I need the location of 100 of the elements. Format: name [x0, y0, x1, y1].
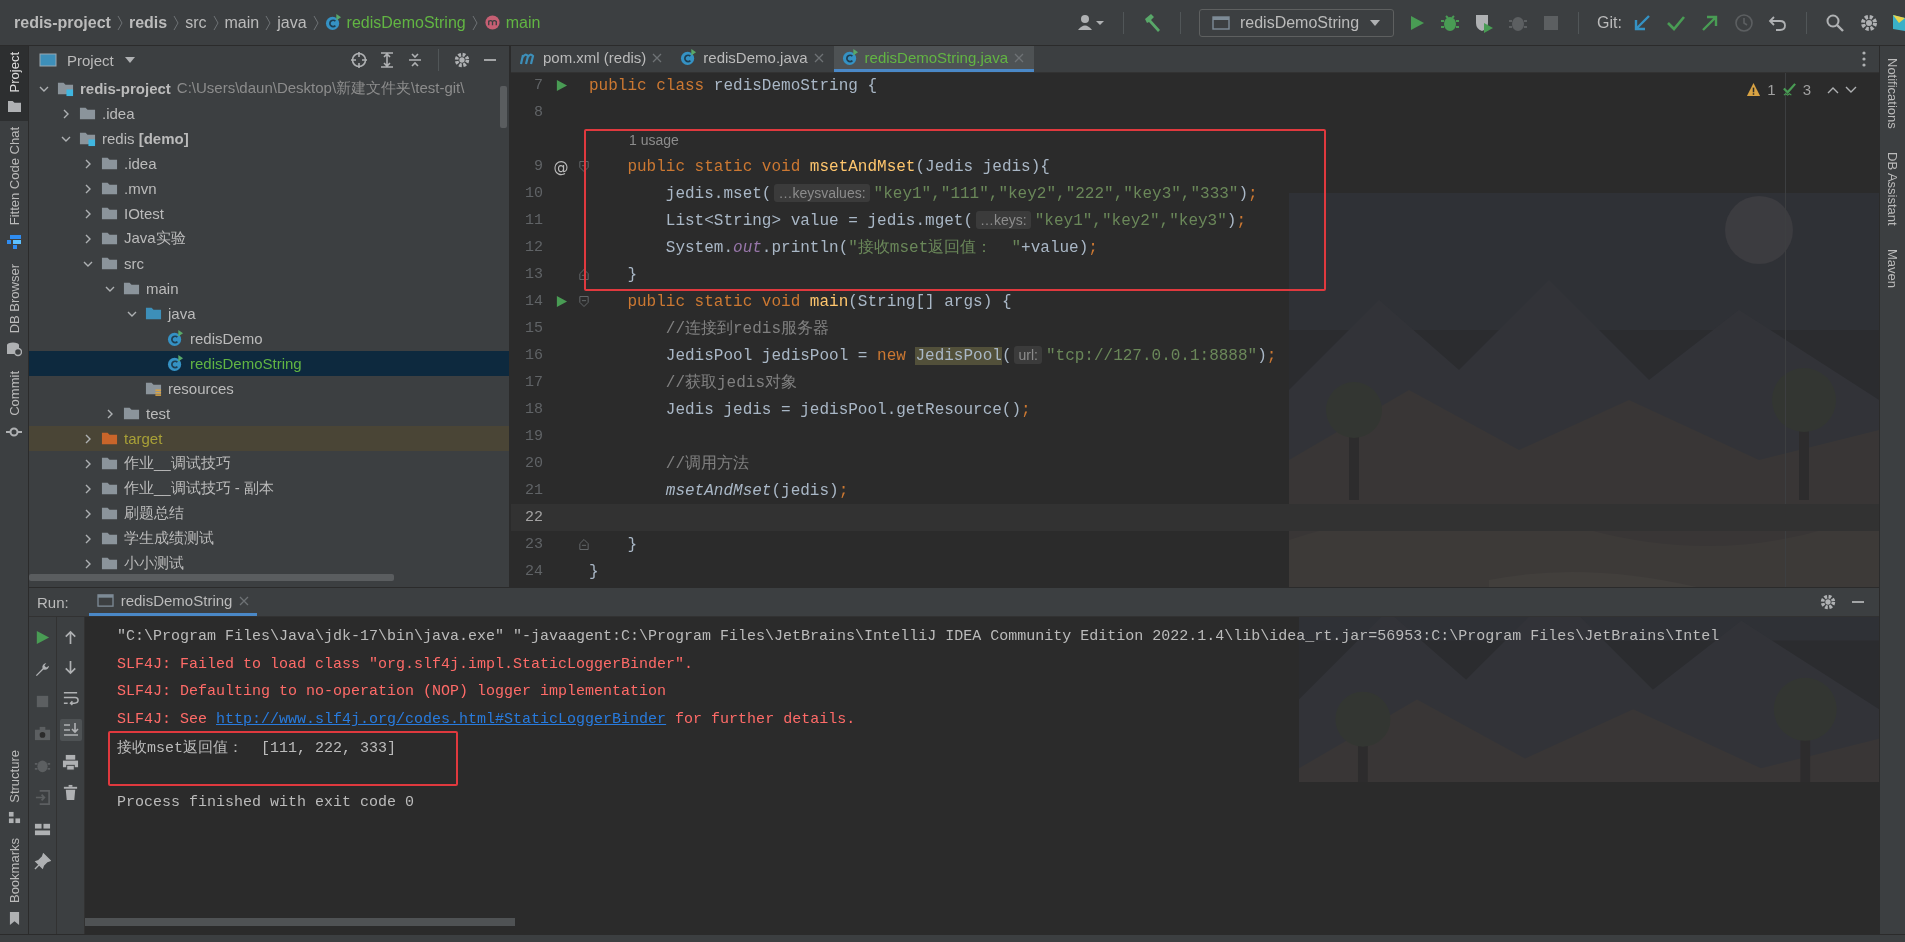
parameter-hint: url: [1014, 345, 1042, 364]
user-icon[interactable] [1076, 12, 1105, 33]
warning-icon[interactable] [1746, 82, 1762, 97]
run-icon[interactable] [34, 629, 51, 646]
tree-item[interactable]: src [29, 251, 509, 276]
breadcrumb-item[interactable]: main [224, 13, 260, 32]
layout-icon[interactable] [34, 821, 51, 838]
fold-icon[interactable] [579, 538, 589, 551]
code-comment: //获取jedis对象 [664, 374, 798, 392]
scrollbar[interactable] [500, 86, 507, 128]
tree-item[interactable]: test [29, 401, 509, 426]
line-number: 13 [524, 266, 543, 283]
folder-icon [101, 480, 118, 497]
string-literal: "key1","111","key2","222","key3","333" [873, 184, 1239, 203]
more-icon[interactable] [1861, 50, 1867, 68]
debug-icon[interactable] [1440, 12, 1461, 33]
check-icon[interactable] [1781, 82, 1797, 97]
code-text: ) [1238, 184, 1249, 203]
code-text: List<String> value = jedis.mget( [664, 211, 974, 230]
tree-item[interactable]: .mvn [29, 176, 509, 201]
usage-hint[interactable]: 1 usage [589, 131, 679, 148]
tree-item[interactable]: resources [29, 376, 509, 401]
tree-item[interactable]: Java实验 [29, 226, 509, 251]
soft-wrap-icon[interactable] [62, 689, 79, 706]
breadcrumb-item[interactable]: redisDemoString [346, 13, 466, 32]
line-number: 16 [524, 347, 543, 364]
tool-window-button[interactable]: Commit [0, 365, 28, 448]
chevron-down-icon[interactable] [1845, 85, 1857, 94]
code-text: .println( [761, 239, 849, 257]
fold-icon[interactable] [579, 295, 589, 308]
fold-icon[interactable] [579, 268, 589, 281]
tree-item[interactable]: redisDemo [29, 326, 509, 351]
print-icon[interactable] [62, 754, 79, 771]
run-icon[interactable] [554, 79, 568, 92]
breadcrumb-item[interactable]: src [185, 13, 207, 32]
tool-window-button[interactable]: Bookmarks [0, 831, 28, 934]
editor-tab[interactable]: redisDemoString.java [833, 46, 1034, 72]
line-number: 19 [524, 428, 543, 445]
settings-icon[interactable] [1819, 593, 1837, 611]
bookmark-icon [8, 911, 20, 926]
console-link[interactable]: http://www.slf4j.org/codes.html#StaticLoggerBinder [216, 711, 667, 729]
tree-item[interactable]: redis [demo] [29, 126, 509, 151]
coverage-icon[interactable] [1474, 12, 1495, 33]
search-icon[interactable] [1825, 12, 1845, 33]
editor-tab[interactable]: redisDemo.java [672, 46, 834, 72]
plugin-logo-icon[interactable] [1893, 12, 1905, 33]
tree-item[interactable]: 学生成绩测试 [29, 526, 509, 551]
settings-icon[interactable] [1859, 12, 1879, 33]
tree-item[interactable]: java [29, 301, 509, 326]
tree-item[interactable]: target [29, 426, 509, 451]
panel-title[interactable]: Project [67, 51, 114, 69]
tree-item[interactable]: .idea [29, 101, 509, 126]
trash-icon[interactable] [62, 784, 79, 801]
wrench-icon[interactable] [34, 661, 51, 678]
run-icon[interactable] [554, 295, 568, 308]
scroll-to-end-icon[interactable] [59, 719, 82, 741]
tree-item[interactable]: main [29, 276, 509, 301]
scrollbar[interactable] [29, 574, 394, 581]
collapse-all-icon[interactable] [406, 51, 424, 69]
locate-icon[interactable] [350, 51, 368, 69]
module-folder-icon [79, 130, 96, 147]
gutter-marker[interactable]: @ [553, 157, 569, 176]
tree-item[interactable]: IOtest [29, 201, 509, 226]
tool-window-button[interactable]: Maven [1885, 248, 1900, 291]
run-label: Run: [37, 593, 69, 611]
tree-item[interactable]: 小小测试 [29, 551, 509, 576]
settings-icon[interactable] [453, 51, 471, 69]
database-icon [6, 341, 22, 358]
line-number: 17 [524, 374, 543, 391]
tree-item[interactable]: redis-project C:\Users\daun\Desktop\新建文件夹\test-git\ [29, 76, 509, 101]
breadcrumb-item[interactable]: java [277, 13, 307, 32]
folder-icon [101, 180, 118, 197]
folder-icon [101, 530, 118, 547]
fold-icon[interactable] [579, 160, 589, 173]
expand-all-icon[interactable] [378, 51, 396, 69]
tree-item[interactable]: 作业__调试技巧 [29, 451, 509, 476]
arrow-icon[interactable] [1632, 12, 1652, 33]
tool-window-button[interactable]: Structure [0, 744, 28, 832]
tool-window-button[interactable]: DB Assistant [1885, 151, 1900, 229]
editor-tab[interactable]: pom.xml (redis) [511, 46, 673, 72]
tool-window-button[interactable]: DB Browser [0, 257, 28, 366]
caret-icon[interactable] [123, 56, 136, 64]
pin-icon[interactable] [34, 853, 51, 870]
run-configuration-dropdown[interactable]: redisDemoString [1198, 8, 1395, 37]
breadcrumb-item[interactable]: redis [128, 13, 168, 32]
console-error-text: for further details. [674, 711, 856, 729]
breadcrumb-item[interactable]: redis-project [14, 13, 111, 32]
tool-window-button[interactable]: Fitten Code Chat [0, 121, 28, 258]
tool-window-button[interactable]: Project [0, 46, 28, 122]
folder-icon [101, 505, 118, 522]
code-text: System. [664, 239, 734, 257]
tree-item[interactable]: redisDemoString [29, 351, 509, 376]
tree-item[interactable]: 作业__调试技巧 - 副本 [29, 476, 509, 501]
tree-item[interactable]: 刷题总结 [29, 501, 509, 526]
class-icon [324, 14, 342, 31]
breadcrumb-item[interactable]: main [505, 13, 541, 32]
tree-item[interactable]: .idea [29, 151, 509, 176]
chevron-up-icon[interactable] [1827, 85, 1839, 94]
tool-window-button[interactable]: Notifications [1885, 58, 1900, 132]
scrollbar[interactable] [85, 918, 515, 926]
